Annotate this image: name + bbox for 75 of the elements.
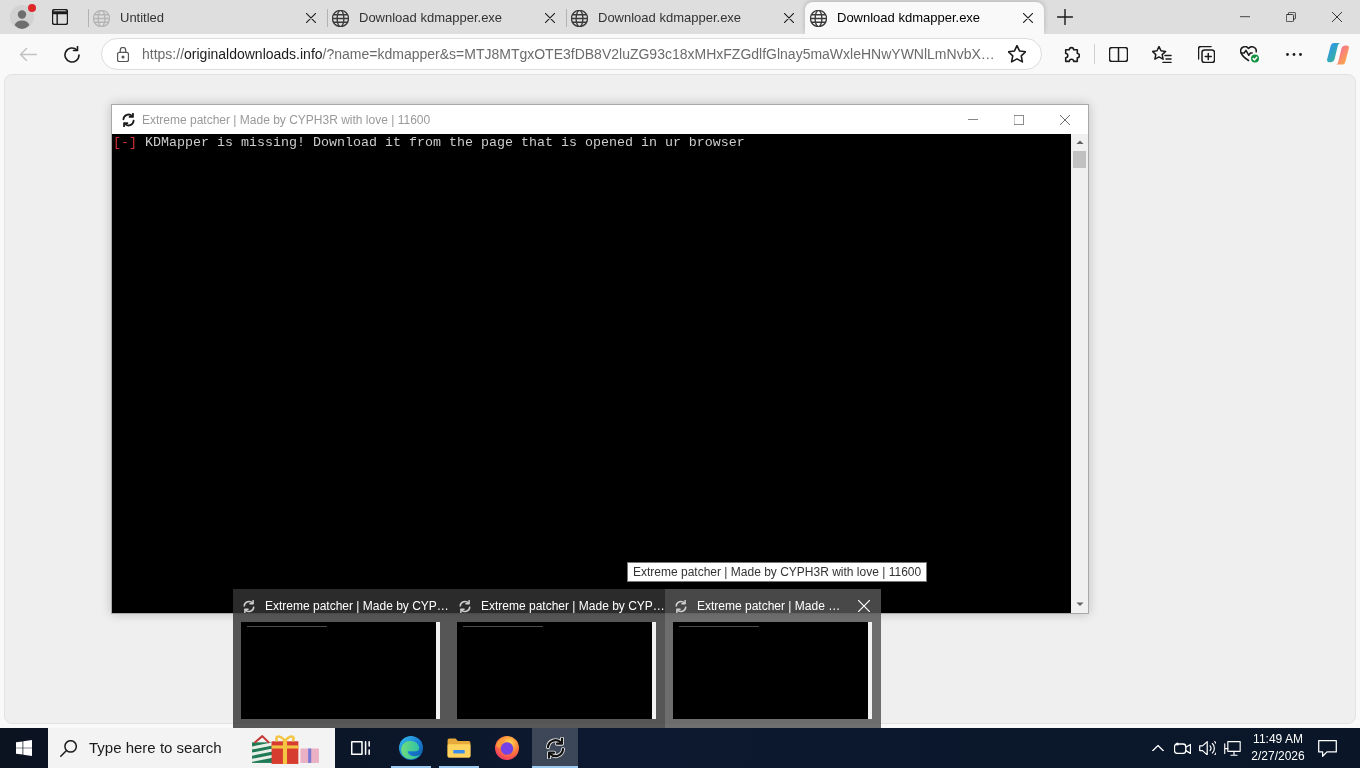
sync-arrows-icon <box>243 599 255 613</box>
star-list-icon <box>1152 45 1172 63</box>
speaker-icon <box>1199 740 1216 756</box>
close-icon <box>1332 12 1342 22</box>
scrollbar[interactable] <box>1071 134 1088 613</box>
speech-bubble-icon <box>1317 739 1337 757</box>
puzzle-icon <box>1062 44 1080 64</box>
scroll-up-icon <box>1075 140 1084 145</box>
minimize-icon <box>1240 16 1250 18</box>
scroll-down-icon <box>1075 602 1084 607</box>
browser-tab[interactable]: Download kdmapper.exe <box>566 2 805 34</box>
slanted-bars-logo-icon <box>1327 43 1349 65</box>
split-screen-icon <box>1108 46 1128 62</box>
avatar-icon <box>10 5 34 29</box>
restore-icon <box>1286 12 1296 22</box>
close-icon <box>545 13 555 23</box>
panel-icon <box>52 9 68 25</box>
close-icon <box>306 13 316 23</box>
close-icon <box>1060 114 1070 125</box>
monitor-icon <box>1224 740 1241 756</box>
search-input[interactable]: Type here to search <box>89 736 251 760</box>
camera-icon <box>1174 742 1191 754</box>
thumbnail-item[interactable]: Extreme patcher | Made by CYP… <box>449 589 665 728</box>
window-preview[interactable] <box>241 622 440 719</box>
refresh-icon <box>64 45 80 63</box>
close-icon <box>784 13 794 23</box>
clock-date[interactable]: 2/27/2026 <box>1251 748 1305 765</box>
window-title: Extreme patcher | Made by CYPH3R with love | 11600 <box>142 111 431 129</box>
thumbnail-item[interactable]: Extreme patcher | Made by CYP… <box>233 589 449 728</box>
collections-icon <box>1197 45 1215 63</box>
notification-dot-icon <box>28 4 36 12</box>
window-preview[interactable] <box>457 622 656 719</box>
plus-icon <box>1057 9 1073 25</box>
thumbnail-title[interactable]: Extreme patcher | Made by CYP… <box>481 597 665 615</box>
star-icon <box>1008 45 1026 63</box>
gift-boxes-icon <box>251 732 321 764</box>
task-view-icon <box>350 741 370 755</box>
close-icon <box>1023 13 1033 23</box>
clock-time[interactable]: 11:49 AM <box>1253 731 1303 748</box>
sync-arrows-icon <box>122 112 135 127</box>
console-text: [-] KDMapper is missing! Download it from the page that is opened in ur browser <box>113 135 745 151</box>
orb-app-icon <box>495 736 519 760</box>
close-tab-button[interactable] <box>542 10 558 26</box>
profile-button[interactable] <box>8 3 36 31</box>
close-tab-button[interactable] <box>1020 10 1036 26</box>
close-icon <box>858 600 870 612</box>
sync-arrows-icon <box>544 736 566 760</box>
windows-logo-icon <box>16 740 32 756</box>
folder-icon <box>447 738 471 758</box>
tooltip: Extreme patcher | Made by CYPH3R with love | 11600 <box>627 562 928 582</box>
thumbnail-title[interactable]: Extreme patcher | Made by CYP… <box>265 597 449 615</box>
thumbnail-item[interactable]: Extreme patcher | Made … <box>665 589 881 728</box>
search-field[interactable]: Type here to search <box>48 728 335 768</box>
browser-tab[interactable]: Untitled <box>88 2 327 34</box>
taskbar-app-button[interactable] <box>532 728 578 768</box>
more-icon <box>1286 52 1302 56</box>
sync-arrows-icon <box>675 599 687 613</box>
browser-tab[interactable]: Download kdmapper.exe <box>805 2 1044 34</box>
browser-tab[interactable]: Download kdmapper.exe <box>327 2 566 34</box>
thumbnail-title[interactable]: Extreme patcher | Made … <box>697 597 856 615</box>
back-arrow-icon <box>19 47 37 61</box>
lock-icon <box>117 46 129 62</box>
window-preview[interactable] <box>673 622 872 719</box>
close-tab-button[interactable] <box>303 10 319 26</box>
minimize-icon <box>968 118 978 121</box>
maximize-icon <box>1014 114 1024 125</box>
sync-arrows-icon <box>459 599 471 613</box>
search-icon <box>60 739 77 757</box>
chevron-up-icon <box>1151 744 1164 752</box>
close-tab-button[interactable] <box>781 10 797 26</box>
address-bar[interactable]: https://originaldownloads.info/?name=kdmapper&s=MTJ8MTgxOTE3fDB8V2luZG93c18xMHxFZGdlfGlnay5maWxleHNwYWNlLmNvbX… <box>101 38 1042 70</box>
close-button[interactable] <box>856 598 872 614</box>
scrollbar-thumb[interactable] <box>1073 151 1086 168</box>
swirl-app-icon <box>399 736 423 760</box>
heart-check-icon <box>1240 45 1260 63</box>
